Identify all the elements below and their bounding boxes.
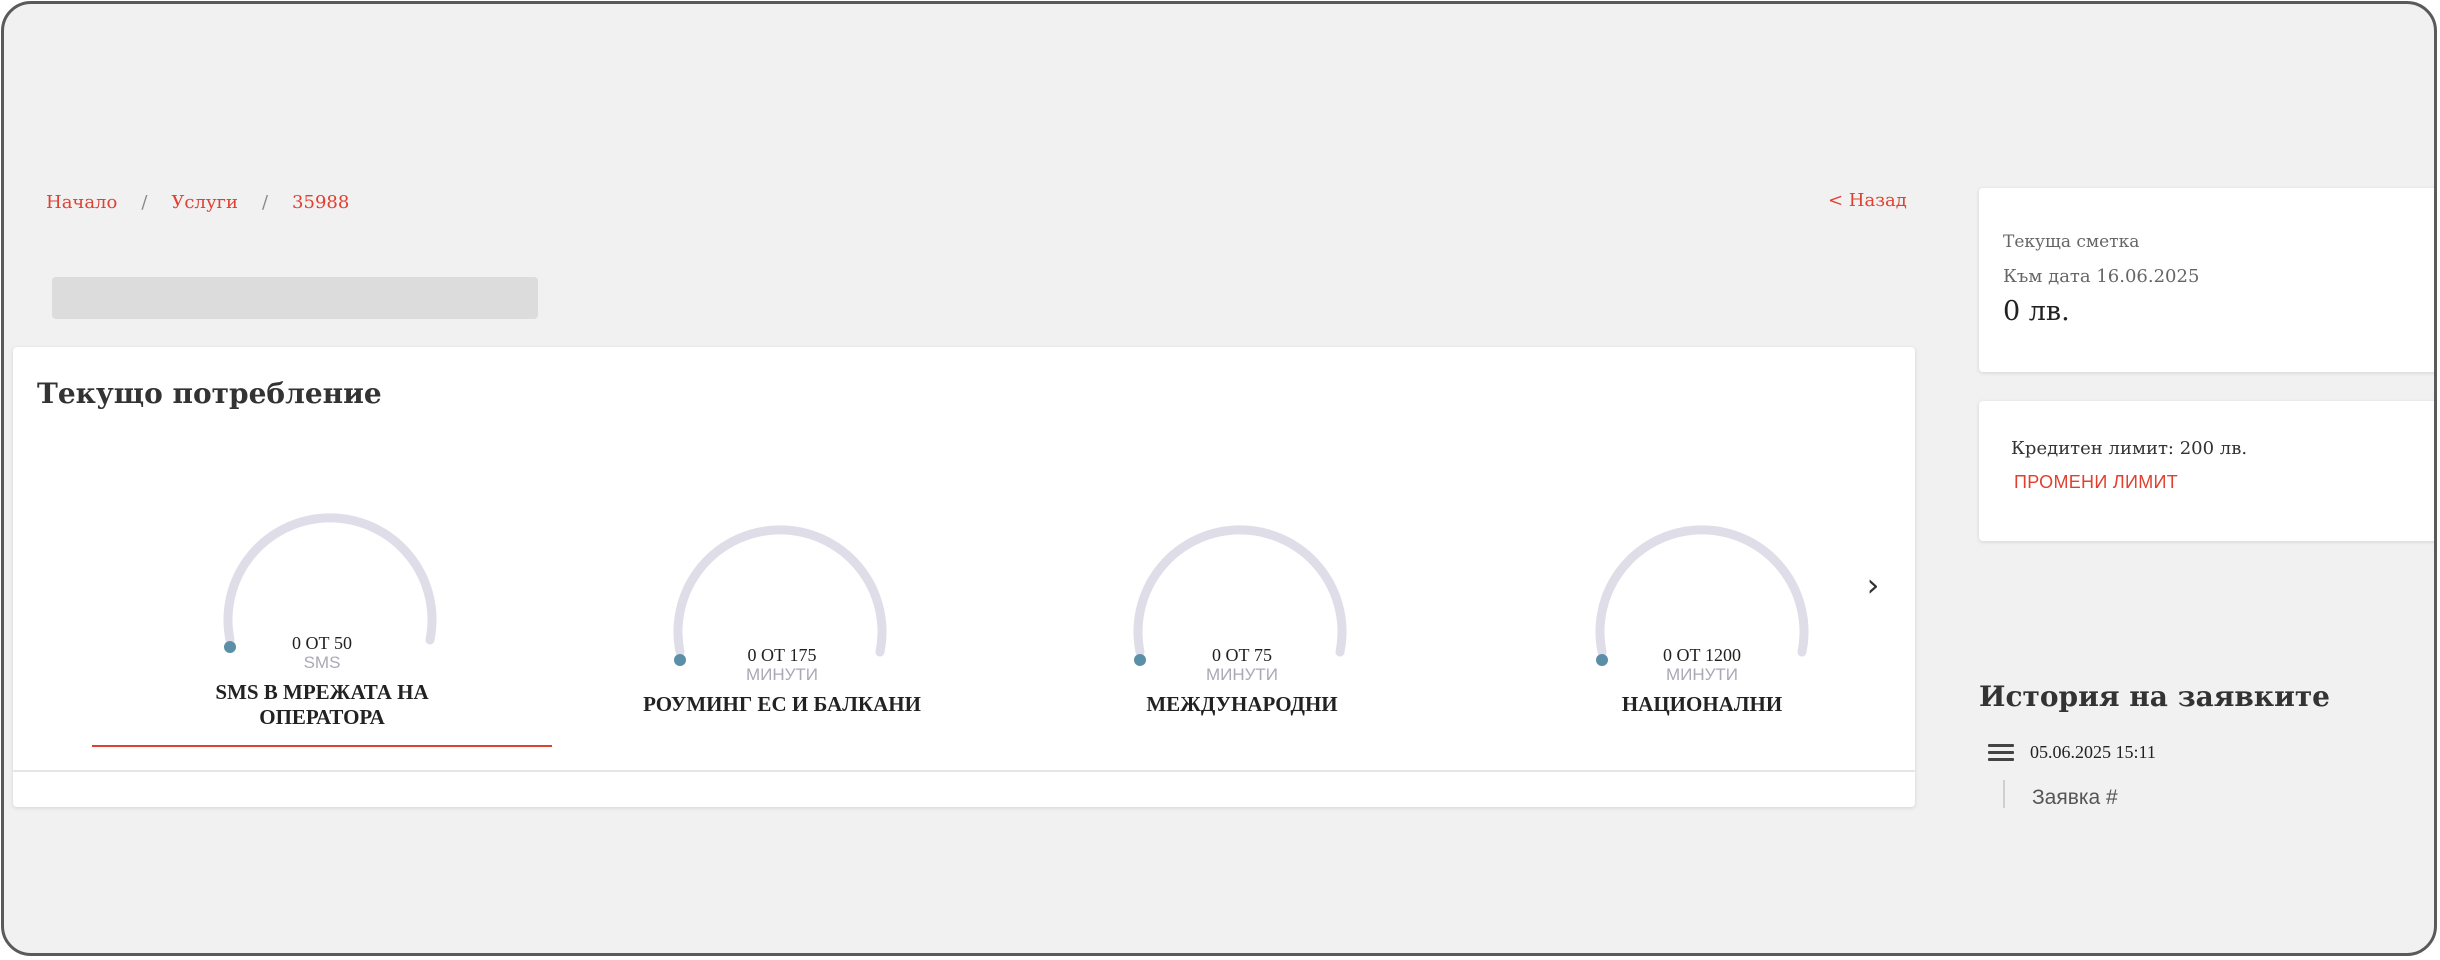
gauge-label: МЕЖДУНАРОДНИ [1146, 692, 1338, 716]
gauge-unit: МИНУТИ [1665, 665, 1739, 684]
account-date: Към дата 16.06.2025 [2003, 266, 2200, 287]
divider [13, 770, 1915, 772]
account-label: Текуща сметка [2003, 232, 2140, 252]
gauge-amount: 0 ОТ 175 [747, 645, 817, 665]
gauge-label: SMS В МРЕЖАТА НА ОПЕРАТОРА [92, 680, 552, 730]
menu-icon[interactable] [1988, 743, 2014, 763]
breadcrumb-home-link[interactable]: Начало [46, 192, 117, 213]
history-entry[interactable]: 05.06.2025 15:11 [1988, 742, 2156, 763]
gauge-international[interactable]: 0 ОТ 75 МИНУТИ МЕЖДУНАРОДНИ [1012, 347, 1472, 767]
gauge-unit: МИНУТИ [1205, 665, 1279, 684]
back-link[interactable]: < Назад [1828, 190, 1907, 211]
gauge-label-line: ОПЕРАТОРА [259, 705, 385, 729]
gauge-amount: 0 ОТ 1200 [1663, 645, 1741, 665]
app-window: Начало / Услуги / 35988 < Назад Текущо п… [1, 1, 2437, 956]
credit-limit-text: Кредитен лимит: 200 лв. [2011, 438, 2248, 459]
gauge-amount: 0 ОТ 75 [1212, 645, 1272, 665]
current-usage-card: Текущо потребление 0 ОТ 50 SMS SMS В МРЕ… [13, 347, 1915, 807]
breadcrumb-services-link[interactable]: Услуги [171, 192, 238, 213]
breadcrumb-separator: / [141, 191, 148, 213]
current-account-card: Текуща сметка Към дата 16.06.2025 0 лв. [1979, 188, 2434, 372]
request-history-title: История на заявките [1979, 680, 2330, 713]
timeline-line [2003, 780, 2005, 808]
breadcrumb: Начало / Услуги / 35988 [46, 190, 349, 214]
gauge-label-line: SMS В МРЕЖАТА НА [215, 680, 429, 704]
change-limit-button[interactable]: ПРОМЕНИ ЛИМИТ [2014, 472, 2178, 493]
gauge-sms[interactable]: 0 ОТ 50 SMS SMS В МРЕЖАТА НА ОПЕРАТОРА [92, 347, 552, 767]
gauge-roaming[interactable]: 0 ОТ 175 МИНУТИ РОУМИНГ ЕС И БАЛКАНИ [552, 347, 1012, 767]
history-request-label: Заявка # [2032, 786, 2118, 809]
gauge-national[interactable]: 0 ОТ 1200 МИНУТИ НАЦИОНАЛНИ [1472, 347, 1915, 767]
breadcrumb-current[interactable]: 35988 [292, 192, 349, 213]
breadcrumb-separator: / [261, 191, 269, 213]
credit-limit-card: Кредитен лимит: 200 лв. ПРОМЕНИ ЛИМИТ [1979, 401, 2434, 541]
gauge-amount: 0 ОТ 50 [292, 633, 352, 653]
gauge-unit: МИНУТИ [745, 665, 819, 684]
active-tab-indicator [92, 745, 552, 747]
gauge-unit: SMS [303, 653, 341, 672]
account-amount: 0 лв. [2003, 296, 2070, 327]
page-title-placeholder [52, 277, 538, 319]
history-entry-date: 05.06.2025 15:11 [2030, 742, 2156, 762]
gauge-label: НАЦИОНАЛНИ [1621, 692, 1783, 716]
gauge-label: РОУМИНГ ЕС И БАЛКАНИ [643, 692, 921, 716]
chevron-right-icon[interactable]: › [1853, 565, 1893, 605]
